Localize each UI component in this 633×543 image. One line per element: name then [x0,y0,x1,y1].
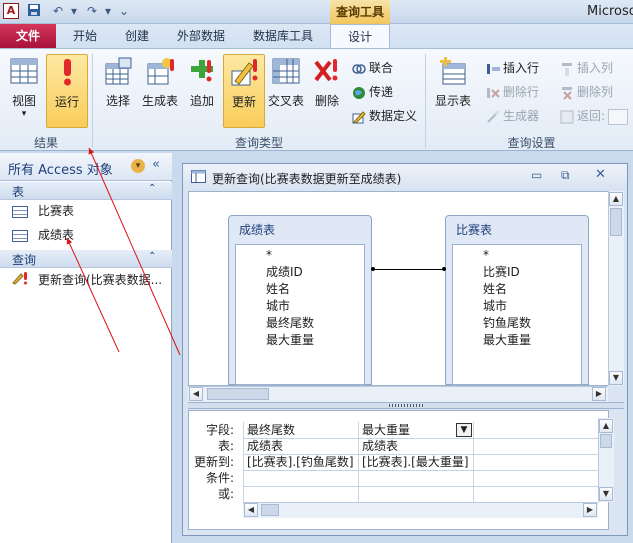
annotation-arrows [66,147,181,356]
arrow-to-score-table [66,237,120,353]
arrow-to-run [88,147,181,356]
